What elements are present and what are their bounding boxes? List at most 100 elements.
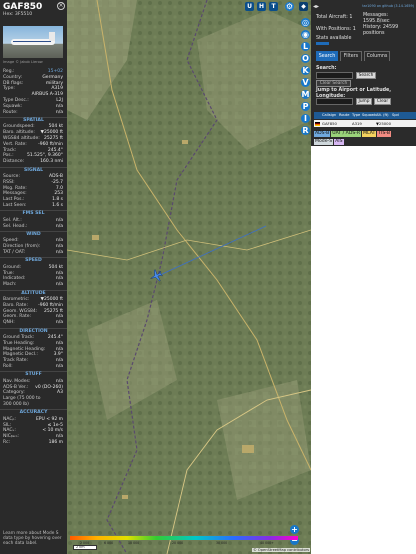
section-title: SIGNAL [0,166,67,173]
info-value: n/a [55,223,63,229]
tab-search[interactable]: Search [316,51,338,61]
legend-item: Mode-S [314,139,334,145]
settings-gear-icon[interactable]: ⚙ [285,2,294,11]
map-button-i[interactable]: I [301,114,310,123]
info-row: 300 000 lb) [3,402,63,408]
info-row: TAT / OAT: n/a [3,250,63,256]
aircraft-photo[interactable] [3,26,63,58]
town-marker [182,140,188,144]
scale-label: 6 000 [104,541,114,545]
search-label: Search: [316,66,337,71]
aircraft-callsign: GAF850 [3,2,43,12]
altitude-color-scale [70,536,298,540]
section-title: SPATIAL [0,116,67,123]
history-count: History: 24599 positions [363,25,399,36]
app-root: GAF850 Hex: 3F5510 × Image © Jakob Liero… [0,0,416,554]
map-button-l[interactable]: L [301,42,310,51]
column-header[interactable]: Callsign [322,112,336,119]
clear-search-button[interactable]: Clear Search [316,80,351,87]
column-header[interactable]: Spd [392,112,399,119]
selected-aircraft-panel: GAF850 Hex: 3F5510 × Image © Jakob Liero… [0,0,67,554]
map-button-r[interactable]: R [301,126,310,135]
info-footnote: Learn more about Mode S data type by hov… [3,531,62,547]
section-title: SPEED [0,257,67,263]
table-empty-area [311,146,416,554]
osm-attribution[interactable]: © OpenStreetMap contributors [252,548,310,552]
info-row: QNH: n/a [3,320,63,326]
info-value: n/a [55,282,63,288]
section-title: ACCURACY [0,409,67,415]
source-legend: ADS-B UAT / ADS-R MLAT TIS-B Mode-S AIS [314,130,416,146]
info-value: 1.6 s [52,203,63,208]
info-row: Distance: 160.3 nmi [3,159,63,165]
town-marker [242,445,254,453]
table-row[interactable]: GAF850 A319 ▼25000 [314,120,416,127]
stats-bar [316,42,329,45]
info-value: n/a [55,109,63,115]
column-header[interactable]: Type [352,112,360,119]
info-value: n/a [55,364,63,369]
scale-label: 40 000+ [260,541,274,545]
scale-label: 20 000 [172,541,184,545]
photo-stripe [13,41,51,42]
clear-button[interactable]: Clear [374,98,391,105]
tab-columns[interactable]: Columns [364,51,390,61]
info-key: Mach: [3,282,17,288]
column-header[interactable]: Squawk [362,112,376,119]
legend-item: ADS-B [314,131,331,137]
legend-item: TIS-B [377,131,392,137]
distance-scale: 2 km [73,545,97,550]
map-button-m[interactable]: M [301,90,310,99]
legend-item: UAT / ADS-R [331,131,362,137]
tab-filters[interactable]: Filters [340,51,362,61]
map-button-p[interactable]: P [301,102,310,111]
table-cell: GAF850 [322,121,337,126]
table-cell: A319 [352,121,362,126]
info-key: Distance: [3,159,25,165]
map-button-o[interactable]: O [301,54,310,63]
column-header[interactable]: Route [339,112,349,119]
map-button-k[interactable]: K [301,66,310,75]
legend-item: AIS [334,139,344,145]
close-icon[interactable]: × [57,2,65,10]
section-title: DIRECTION [0,327,67,334]
map-button-v[interactable]: V [301,78,310,87]
info-key: TAT / OAT: [3,250,26,255]
section-title: STUFF [0,371,67,377]
info-key: 300 000 lb) [3,402,29,407]
search-button[interactable]: Search [356,72,376,79]
version-link[interactable]: tar1090 on github (3.14.1659) [362,4,414,8]
map-canvas [67,0,311,554]
section-title: FMS SEL [0,210,67,216]
map-button-t[interactable]: T [269,2,278,11]
jump-input[interactable] [316,98,353,105]
section-title: ALTITUDE [0,289,67,296]
center-map-icon[interactable]: ◉ [301,30,310,39]
layers-icon[interactable]: ◆ [299,2,308,11]
info-key: Last Seen: [3,203,27,208]
info-value: 186 m [48,440,63,445]
info-key: Rc: [3,440,11,445]
zoom-in-button[interactable]: + [290,525,299,534]
messages-rate: Messages: 1595.8/sec [363,13,390,24]
scale-label: 10 000 [128,541,140,545]
info-row: Sel. Head.: n/a [3,224,63,230]
layer-toggle-icon[interactable]: ◎ [301,18,310,27]
column-header[interactable]: Alt. (ft) [376,112,389,119]
info-value: 160.3 nmi [40,159,63,165]
info-key: Roll: [3,364,13,369]
search-input[interactable] [316,72,353,79]
scale-label: 30 000 [216,541,228,545]
photo-credit: Image © Jakob Lierow [3,60,43,64]
with-positions: With Positions: 1 [316,27,356,32]
aircraft-table-header[interactable]: Callsign Route Type Squawk Alt. (ft) Spd [314,112,416,119]
map-button-u[interactable]: U [245,2,254,11]
map-view[interactable]: U H T ⚙ ◆ ◎ ◉ LOKVMPIR + − 2 000 6 000 1… [67,0,311,554]
section-title: WIND [0,230,67,237]
info-key: Sel. Head.: [3,223,28,229]
map-button-h[interactable]: H [257,2,266,11]
info-key: QNH: [3,320,15,326]
jump-button[interactable]: Jump [356,98,372,105]
panel-toggle-arrows[interactable]: ◂▸ [313,3,319,10]
info-value: n/a [55,250,63,255]
